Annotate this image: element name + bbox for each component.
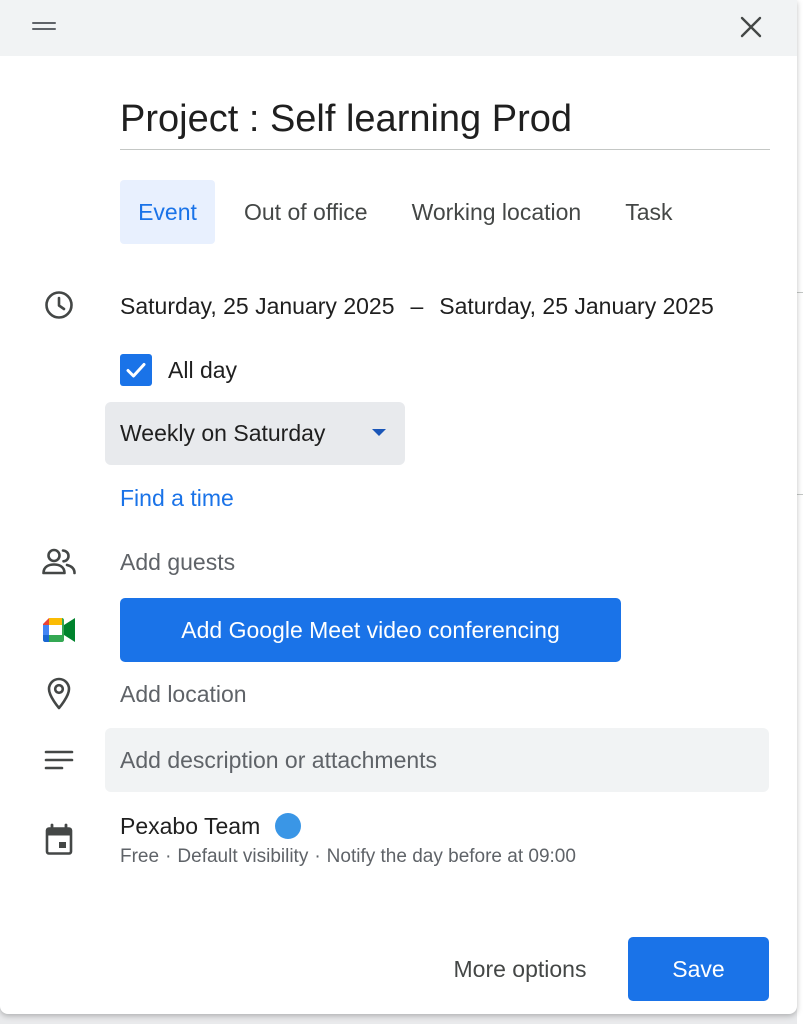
tab-task[interactable]: Task <box>610 180 687 244</box>
date-separator: – <box>410 292 424 319</box>
background-divider <box>797 292 803 293</box>
event-dialog: Project : Self learning Prod Event Out o… <box>0 0 797 1014</box>
visibility-text: Default visibility <box>177 846 309 867</box>
google-meet-icon <box>40 611 78 649</box>
tab-working-location[interactable]: Working location <box>397 180 597 244</box>
tab-event[interactable]: Event <box>120 180 215 244</box>
all-day-checkbox[interactable] <box>120 354 152 386</box>
find-a-time-link[interactable]: Find a time <box>120 480 234 516</box>
calendar-details[interactable]: Free · Default visibility · Notify the day b… <box>120 846 576 872</box>
add-location-input[interactable]: Add location <box>120 676 247 712</box>
clock-icon <box>40 286 78 324</box>
notification-text: Notify the day before at 09:00 <box>326 846 576 867</box>
notes-icon <box>40 741 78 779</box>
meta-separator: · <box>314 846 321 867</box>
background-divider <box>797 494 803 495</box>
event-dates: Saturday, 25 January 2025 – Saturday, 25… <box>120 286 714 326</box>
add-guests-input[interactable]: Add guests <box>120 544 235 580</box>
calendar-icon <box>40 821 78 859</box>
checkmark-icon <box>126 363 146 378</box>
meta-separator: · <box>165 846 172 867</box>
start-date-button[interactable]: Saturday, 25 January 2025 <box>120 293 394 320</box>
background-page-strip <box>797 0 803 1024</box>
tab-out-of-office[interactable]: Out of office <box>229 180 383 244</box>
dialog-header <box>0 0 797 56</box>
end-date-button[interactable]: Saturday, 25 January 2025 <box>439 293 713 320</box>
event-type-tabs: Event Out of office Working location Tas… <box>120 180 688 244</box>
dropdown-caret-icon <box>372 429 386 436</box>
drag-handle-icon[interactable] <box>30 17 58 35</box>
people-icon <box>40 543 78 581</box>
close-button[interactable] <box>730 6 772 48</box>
add-google-meet-button[interactable]: Add Google Meet video conferencing <box>120 598 621 662</box>
all-day-label[interactable]: All day <box>168 357 237 384</box>
all-day-row: All day <box>120 352 237 388</box>
save-button[interactable]: Save <box>628 937 769 1001</box>
more-options-button[interactable]: More options <box>426 938 614 1000</box>
close-icon <box>740 16 762 38</box>
calendar-selector[interactable]: Pexabo Team <box>120 810 302 842</box>
calendar-name: Pexabo Team <box>120 812 261 839</box>
repeat-dropdown[interactable]: Weekly on Saturday <box>105 402 405 465</box>
availability-text: Free <box>120 846 160 867</box>
repeat-value: Weekly on Saturday <box>120 420 326 446</box>
location-pin-icon <box>40 675 78 713</box>
calendar-color-dot <box>275 813 302 839</box>
event-title-input[interactable]: Project : Self learning Prod <box>120 92 770 150</box>
description-input[interactable]: Add description or attachments <box>105 728 769 792</box>
